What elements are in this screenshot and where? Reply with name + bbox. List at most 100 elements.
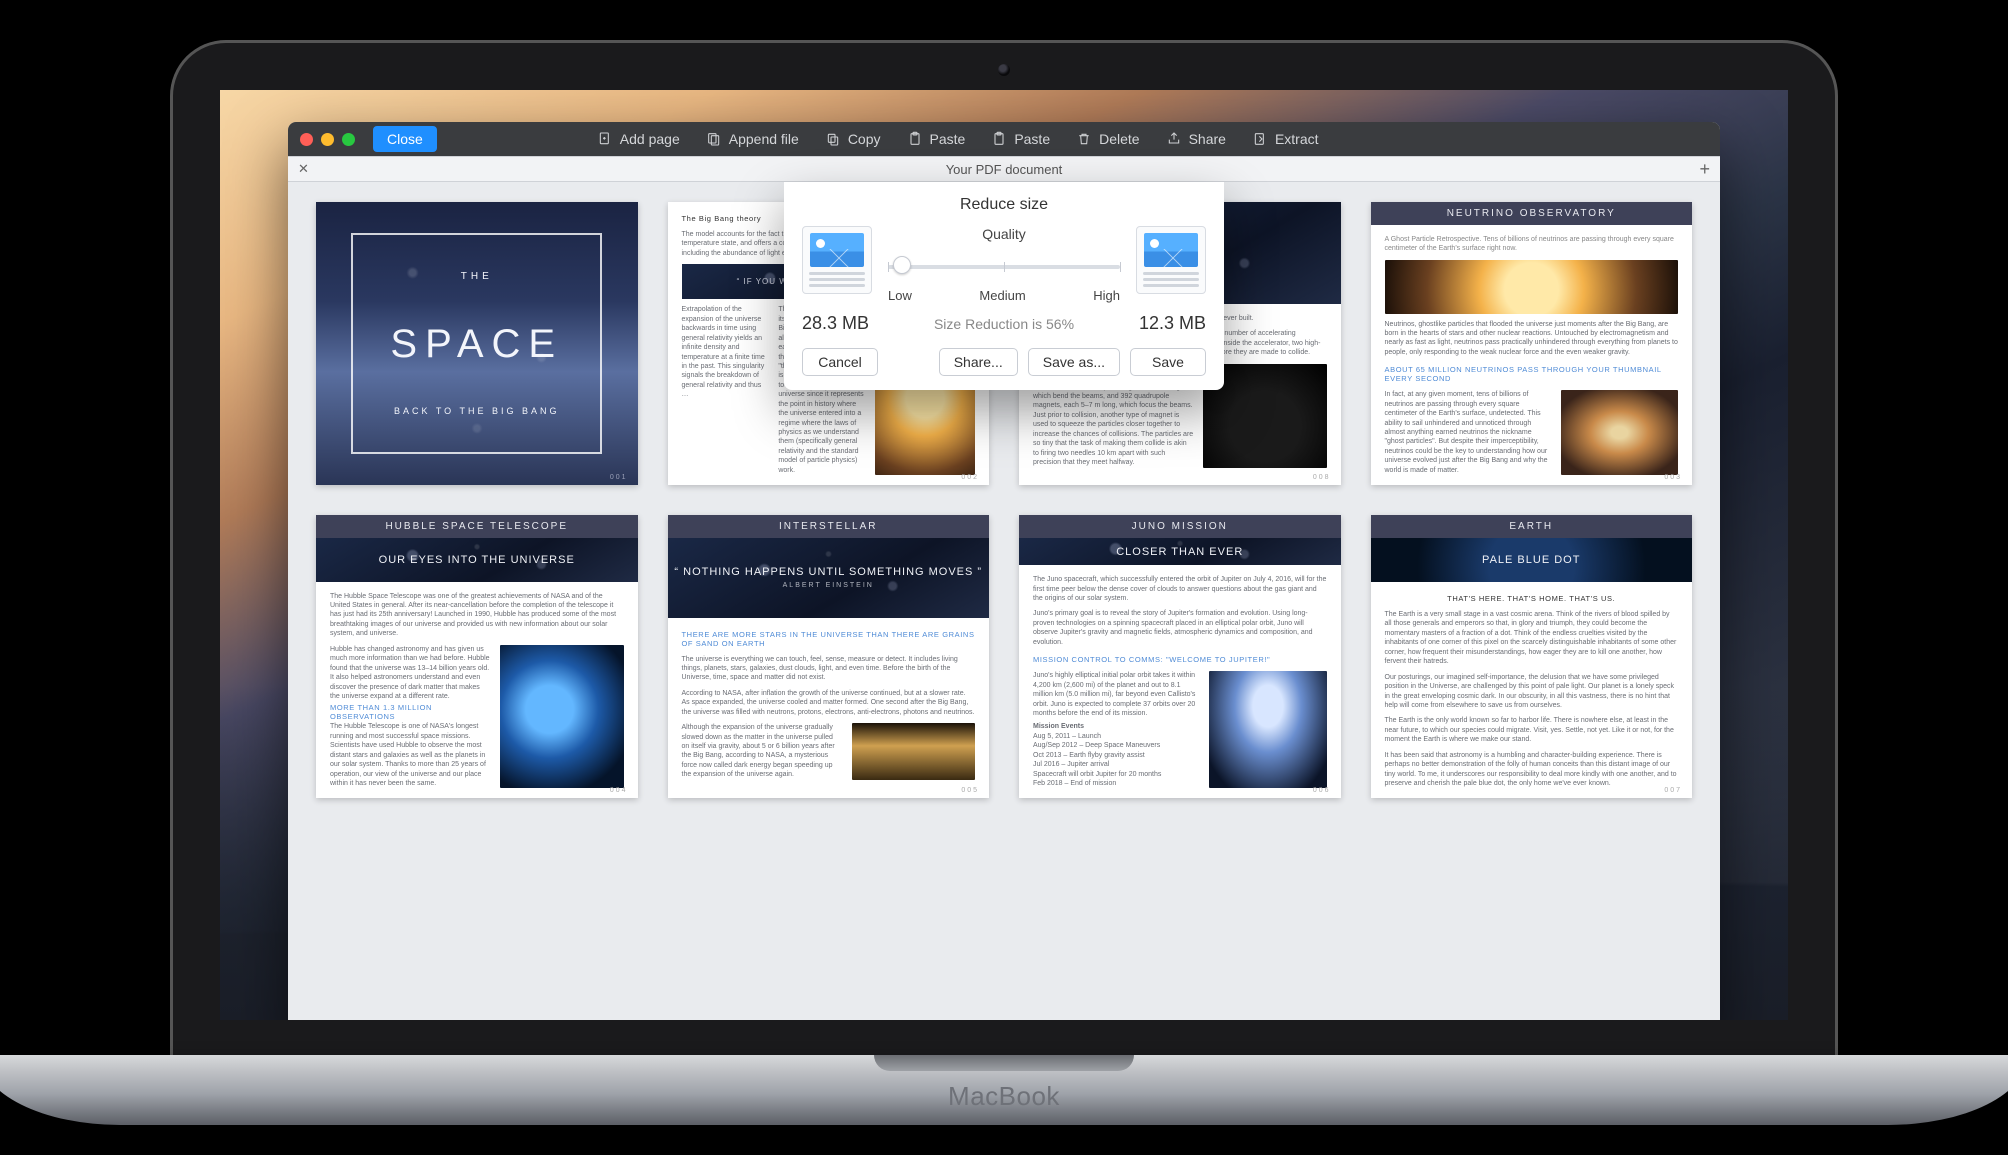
paste-button-1[interactable]: Paste (907, 131, 966, 147)
page-thumbnail[interactable]: EARTH PALE BLUE DOT THAT'S HERE. THAT'S … (1371, 515, 1693, 798)
copy-icon (825, 131, 841, 147)
cover-subtitle: BACK TO THE BIG BANG (394, 406, 560, 416)
append-file-label: Append file (729, 131, 799, 147)
share-label: Share (1189, 131, 1226, 147)
events-title: Mission Events (1033, 723, 1084, 730)
append-file-button[interactable]: Append file (706, 131, 799, 147)
quality-slider[interactable] (888, 252, 1120, 282)
laptop-frame: Close Add page Append file (170, 40, 1838, 1125)
article-text: In fact, at any given moment, tens of bi… (1385, 390, 1551, 475)
cover-title: SPACE (390, 322, 563, 367)
extract-icon (1252, 131, 1268, 147)
quality-high-label: High (1093, 288, 1120, 303)
cancel-button[interactable]: Cancel (802, 348, 878, 376)
hinge-notch (874, 1055, 1134, 1071)
hero-image: “ NOTHING HAPPENS UNTIL SOMETHING MOVES … (668, 538, 990, 617)
page-number: 007 (1664, 787, 1682, 794)
save-button[interactable]: Save (1130, 348, 1206, 376)
toolbar: Add page Append file Copy Paste (597, 131, 1319, 147)
article-lede: A Ghost Particle Retrospective. Tens of … (1385, 235, 1679, 254)
laptop-brand: MacBook (948, 1081, 1060, 1112)
article-text: Our posturings, our imagined self-import… (1385, 673, 1679, 711)
screen-bezel: Close Add page Append file (170, 40, 1838, 1060)
page-number: 003 (1664, 474, 1682, 481)
share-button[interactable]: Share... (939, 348, 1018, 376)
article-subhead: MISSION CONTROL TO COMMS: "WELCOME TO JU… (1033, 655, 1327, 664)
copy-button[interactable]: Copy (825, 131, 881, 147)
traffic-lights[interactable] (300, 133, 355, 146)
save-as-button[interactable]: Save as... (1028, 348, 1120, 376)
hero-text: OUR EYES INTO THE UNIVERSE (379, 554, 575, 566)
trash-icon (1076, 131, 1092, 147)
article-text: Neutrinos, ghostlike particles that floo… (1385, 320, 1679, 358)
reduce-size-dialog: Reduce size Quality (784, 182, 1224, 390)
share-button[interactable]: Share (1166, 131, 1226, 147)
page-header: INTERSTELLAR (668, 515, 990, 538)
desktop-wallpaper: Close Add page Append file (220, 90, 1788, 1020)
inline-image (1385, 260, 1679, 314)
paste-label-1: Paste (930, 131, 966, 147)
page-header: HUBBLE SPACE TELESCOPE (316, 515, 638, 538)
page-header: NEUTRINO OBSERVATORY (1371, 202, 1693, 225)
cover-eyebrow: THE (461, 271, 493, 282)
clipboard-icon (907, 131, 923, 147)
app-window: Close Add page Append file (288, 122, 1720, 1020)
tab-bar: ✕ Your PDF document + (288, 156, 1720, 182)
reduction-text: Size Reduction is 56% (934, 316, 1074, 332)
clipboard-icon (991, 131, 1007, 147)
delete-label: Delete (1099, 131, 1139, 147)
delete-button[interactable]: Delete (1076, 131, 1139, 147)
traffic-close-icon[interactable] (300, 133, 313, 146)
inline-image (1561, 390, 1678, 475)
article-text: It has been said that astronomy is a hum… (1385, 751, 1679, 789)
page-thumbnail[interactable]: HUBBLE SPACE TELESCOPE OUR EYES INTO THE… (316, 515, 638, 798)
article-text: The universe is everything we can touch,… (682, 655, 976, 683)
inline-image (1209, 671, 1326, 788)
camera-dot (998, 64, 1010, 76)
slider-knob-icon[interactable] (893, 256, 911, 274)
page-number: 004 (610, 787, 628, 794)
article-text: Hubble has changed astronomy and has giv… (330, 645, 490, 702)
page-header: EARTH (1371, 515, 1693, 538)
page-number: 001 (610, 474, 628, 481)
article-text: The Earth is the only world known so far… (1385, 716, 1679, 744)
tab-close-icon[interactable]: ✕ (298, 161, 309, 177)
hero-quote: “ NOTHING HAPPENS UNTIL SOMETHING MOVES … (674, 566, 982, 578)
article-text: According to NASA, after inflation the g… (682, 689, 976, 717)
hero-image: CLOSER THAN EVER (1019, 538, 1341, 565)
document-title: Your PDF document (946, 162, 1063, 177)
quality-low-label: Low (888, 288, 912, 303)
hero-text: PALE BLUE DOT (1482, 554, 1580, 566)
reduced-preview (1136, 226, 1206, 294)
traffic-zoom-icon[interactable] (342, 133, 355, 146)
article-text: The Earth is a very small stage in a vas… (1385, 610, 1679, 667)
article-text: Extrapolation of the expansion of the un… (682, 305, 769, 399)
add-page-label: Add page (620, 131, 680, 147)
extract-label: Extract (1275, 131, 1319, 147)
dialog-title: Reduce size (802, 196, 1206, 214)
article-text: The Hubble Telescope is one of NASA's lo… (330, 722, 490, 788)
share-icon (1166, 131, 1182, 147)
page-number: 005 (961, 787, 979, 794)
page-number: 002 (961, 474, 979, 481)
tab-add-icon[interactable]: + (1699, 160, 1710, 178)
original-size-value: 28.3 MB (802, 313, 869, 334)
close-button[interactable]: Close (373, 126, 437, 152)
page-thumbnail[interactable]: THE SPACE BACK TO THE BIG BANG 001 (316, 202, 638, 485)
page-number: 008 (1313, 474, 1331, 481)
events-list: Aug 5, 2011 – Launch Aug/Sep 2012 – Deep… (1033, 732, 1199, 789)
extract-button[interactable]: Extract (1252, 131, 1319, 147)
traffic-minimize-icon[interactable] (321, 133, 334, 146)
page-thumbnail[interactable]: JUNO MISSION CLOSER THAN EVER The Juno s… (1019, 515, 1341, 798)
paste-label-2: Paste (1014, 131, 1050, 147)
paste-button-2[interactable]: Paste (991, 131, 1050, 147)
article-subhead: THAT'S HERE. THAT'S HOME. THAT'S US. (1385, 594, 1679, 603)
page-thumbnail[interactable]: NEUTRINO OBSERVATORY A Ghost Particle Re… (1371, 202, 1693, 485)
hero-byline: ALBERT EINSTEIN (783, 582, 874, 589)
add-page-button[interactable]: Add page (597, 131, 680, 147)
reduced-size-value: 12.3 MB (1139, 313, 1206, 334)
article-text: The Hubble Space Telescope was one of th… (330, 592, 624, 639)
article-text: Juno's primary goal is to reveal the sto… (1033, 609, 1327, 647)
page-thumbnail[interactable]: INTERSTELLAR “ NOTHING HAPPENS UNTIL SOM… (668, 515, 990, 798)
article-subhead: ABOUT 65 MILLION NEUTRINOS PASS THROUGH … (1385, 365, 1679, 383)
